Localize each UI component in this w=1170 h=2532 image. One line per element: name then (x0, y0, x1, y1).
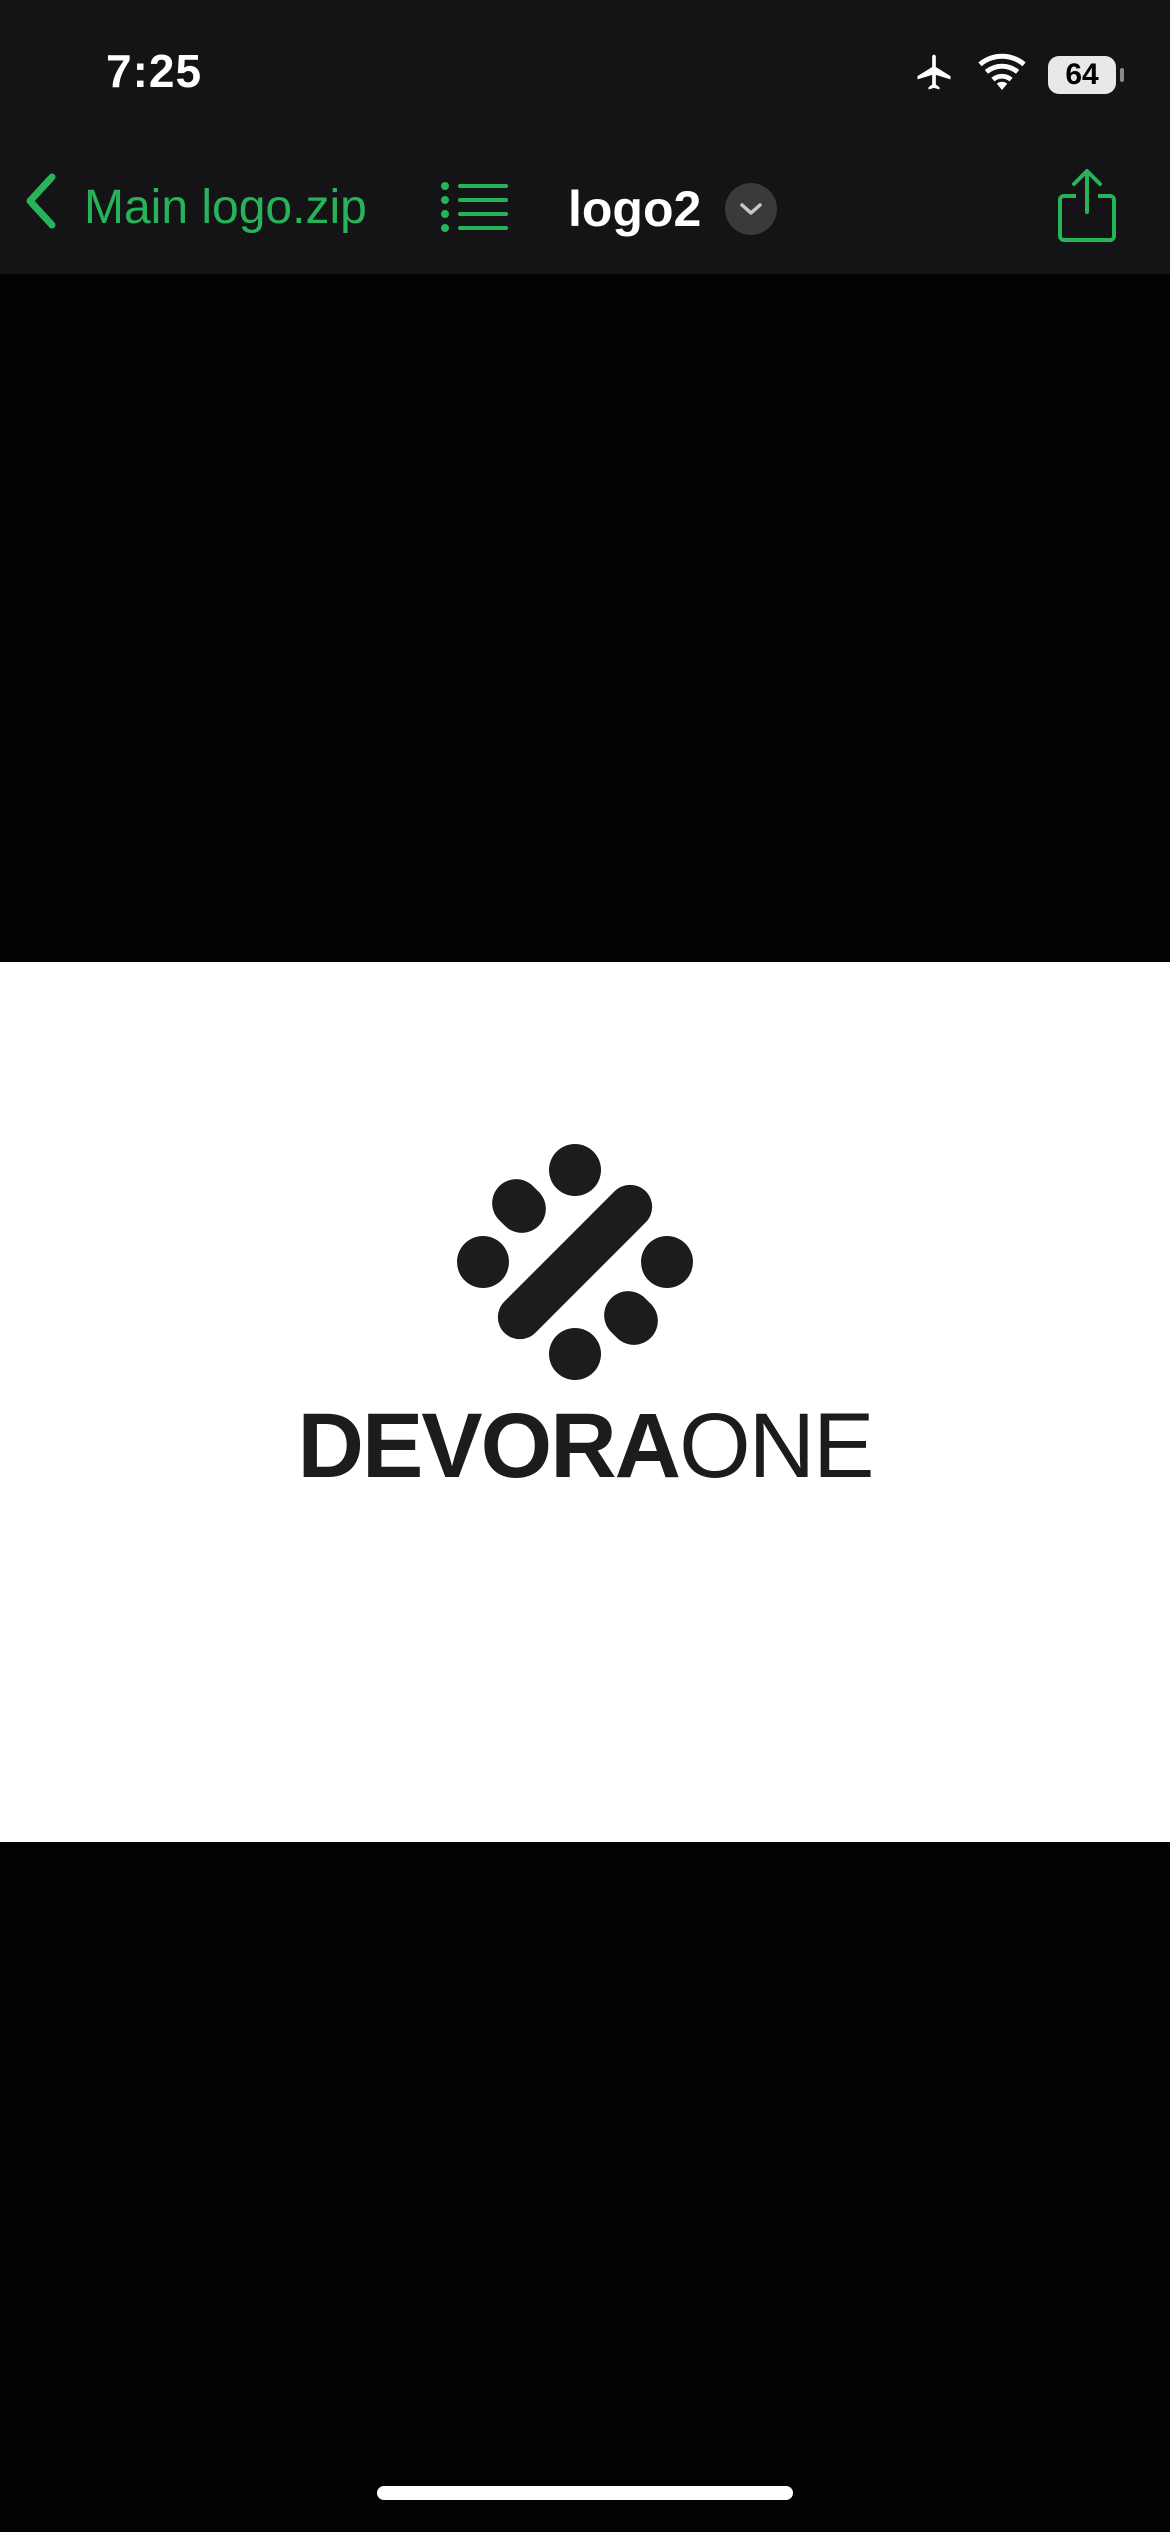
share-icon (1054, 169, 1120, 250)
logo-mark (457, 1144, 693, 1380)
battery-level: 64 (1065, 58, 1099, 91)
share-button[interactable] (1054, 166, 1120, 246)
chevron-left-icon (24, 173, 58, 241)
list-icon (440, 182, 510, 242)
battery-icon: 64 (1048, 56, 1124, 94)
back-button-label: Main logo.zip (84, 180, 367, 234)
home-indicator[interactable] (377, 2486, 793, 2500)
logo-wordmark-light: ONE (679, 1395, 874, 1497)
status-time: 7:25 (106, 45, 203, 97)
document-title-menu[interactable]: logo2 (568, 176, 778, 242)
image-viewer[interactable]: DEVORAONE (0, 274, 1170, 2532)
status-bar: 7:25 64 (0, 0, 1170, 150)
chevron-down-icon (725, 183, 778, 235)
airplane-icon (912, 51, 956, 100)
logo-wordmark: DEVORAONE (0, 1394, 1170, 1499)
wifi-icon (978, 53, 1026, 98)
logo-image: DEVORAONE (0, 962, 1170, 1842)
navigation-bar: Main logo.zip logo2 (0, 150, 1170, 274)
status-icons: 64 (912, 51, 1124, 100)
document-title: logo2 (568, 181, 702, 237)
back-button[interactable]: Main logo.zip (24, 173, 367, 241)
logo-wordmark-bold: DEVORA (297, 1395, 682, 1497)
list-button[interactable] (440, 178, 510, 238)
